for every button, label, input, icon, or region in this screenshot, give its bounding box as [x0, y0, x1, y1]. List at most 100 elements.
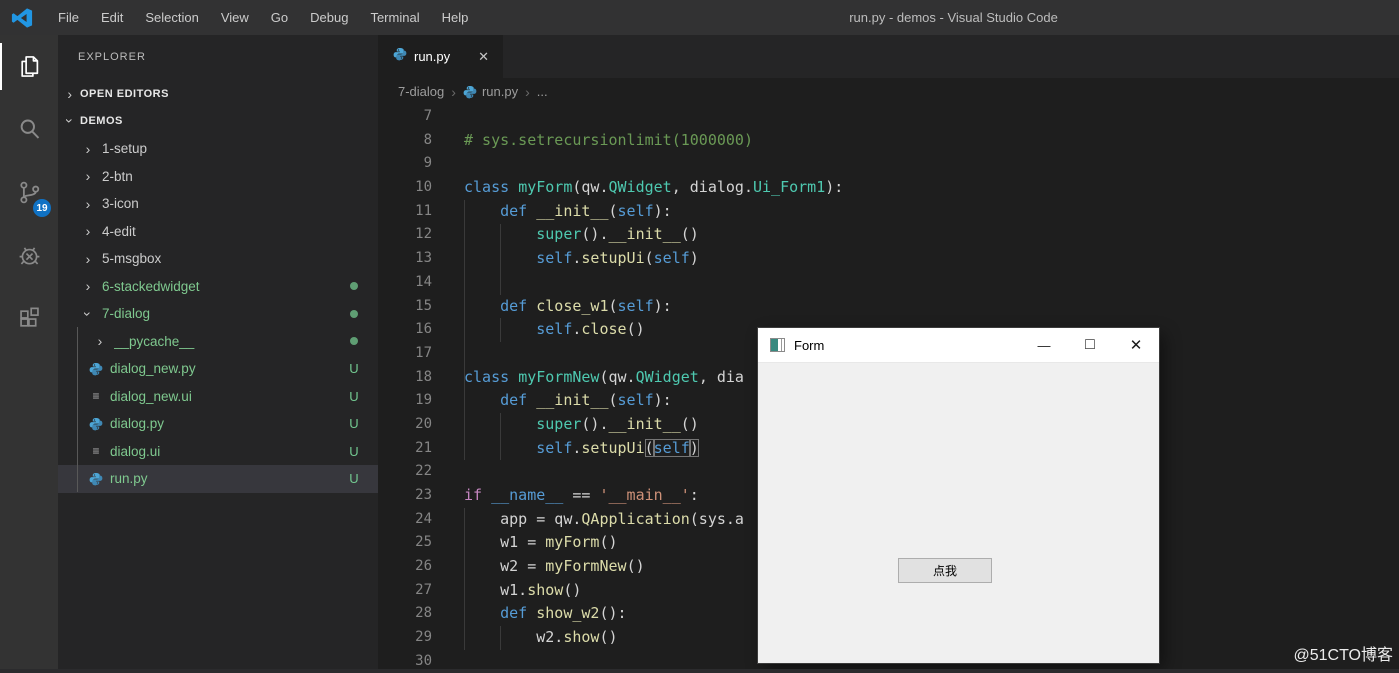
- breadcrumb-item[interactable]: 7-dialog: [398, 84, 444, 99]
- chevron-down-icon[interactable]: ›: [62, 113, 78, 129]
- ui-file-icon: ≡: [92, 444, 100, 459]
- indent-guide: [500, 626, 501, 651]
- tab-run-py[interactable]: run.py ✕: [378, 35, 504, 78]
- git-untracked-badge: U: [349, 416, 359, 432]
- explorer-icon[interactable]: [0, 35, 58, 98]
- code-line[interactable]: 7: [378, 105, 1399, 129]
- search-icon[interactable]: [0, 98, 58, 161]
- section-label: DEMOS: [80, 115, 123, 128]
- chevron-right-icon[interactable]: ›: [80, 197, 96, 211]
- code-line[interactable]: 15 def close_w1(self):: [378, 295, 1399, 319]
- form-dialog-titlebar[interactable]: Form — □ ✕: [758, 328, 1159, 363]
- line-number: 8: [423, 131, 432, 148]
- tree-item-dialog-new-ui[interactable]: ≡ dialog_new.ui U: [58, 383, 378, 411]
- chevron-down-icon[interactable]: ›: [80, 306, 96, 322]
- tree-item-label: 3-icon: [102, 196, 139, 212]
- menu-item-go[interactable]: Go: [260, 0, 299, 35]
- ui-file-icon: ≡: [92, 389, 100, 404]
- code-line[interactable]: 8 # sys.setrecursionlimit(1000000): [378, 129, 1399, 153]
- file-tree: › 1-setup › 2-btn › 3-icon › 4-edit › 5-msgbox › 6-…: [58, 135, 378, 493]
- source-control-icon[interactable]: 19: [0, 161, 58, 224]
- code-line[interactable]: 12 super().__init__(): [378, 223, 1399, 247]
- code-editor[interactable]: 7 8 # sys.setrecursionlimit(1000000) 9 10 cla…: [378, 105, 1399, 673]
- menu-item-view[interactable]: View: [210, 0, 260, 35]
- menu-item-help[interactable]: Help: [431, 0, 480, 35]
- tree-item-1-setup[interactable]: › 1-setup: [58, 135, 378, 163]
- code-line[interactable]: 13 self.setupUi(self): [378, 247, 1399, 271]
- section-demos[interactable]: › DEMOS: [58, 108, 378, 136]
- chevron-right-icon[interactable]: ›: [80, 252, 96, 266]
- indent-guide: [500, 223, 501, 295]
- python-file-icon: [88, 472, 104, 486]
- debug-icon[interactable]: [0, 224, 58, 287]
- line-number: 28: [415, 605, 432, 622]
- tree-item-4-edit[interactable]: › 4-edit: [58, 218, 378, 246]
- tree-item-7-dialog[interactable]: › 7-dialog: [58, 300, 378, 328]
- section-open-editors[interactable]: › OPEN EDITORS: [58, 80, 378, 108]
- chevron-right-icon[interactable]: ›: [92, 334, 108, 348]
- menu-item-debug[interactable]: Debug: [299, 0, 359, 35]
- chevron-right-icon[interactable]: ›: [62, 87, 78, 101]
- line-number: 14: [415, 273, 432, 290]
- line-number: 12: [415, 226, 432, 243]
- menu-item-terminal[interactable]: Terminal: [359, 0, 430, 35]
- explorer-sidebar: EXPLORER › OPEN EDITORS › DEMOS › 1-setup…: [58, 35, 378, 673]
- python-file-icon: [88, 417, 104, 431]
- tree-indent-guide: [77, 327, 78, 492]
- menu-item-selection[interactable]: Selection: [134, 0, 209, 35]
- code-text: w1 = myForm(): [464, 533, 618, 552]
- tree-item-3-icon[interactable]: › 3-icon: [58, 190, 378, 218]
- code-line[interactable]: 9: [378, 152, 1399, 176]
- line-number: 9: [423, 155, 432, 172]
- window-bottom-strip: [0, 669, 1399, 673]
- git-untracked-badge: U: [349, 471, 359, 487]
- python-file-icon: [463, 85, 477, 99]
- python-file-icon: [88, 362, 104, 376]
- git-untracked-badge: U: [349, 361, 359, 377]
- tree-item-2-btn[interactable]: › 2-btn: [58, 163, 378, 191]
- tree-item-label: dialog.ui: [110, 443, 161, 459]
- tree-item-run-py[interactable]: run.py U: [58, 465, 378, 493]
- tree-item-6-stackedwidget[interactable]: › 6-stackedwidget: [58, 273, 378, 301]
- chevron-right-icon[interactable]: ›: [80, 224, 96, 238]
- indent-guide: [464, 507, 465, 651]
- chevron-right-icon[interactable]: ›: [80, 142, 96, 156]
- breadcrumb-item[interactable]: ...: [537, 84, 548, 99]
- close-button[interactable]: ✕: [1113, 328, 1159, 362]
- code-line[interactable]: 11 def __init__(self):: [378, 200, 1399, 224]
- tree-item-5-msgbox[interactable]: › 5-msgbox: [58, 245, 378, 273]
- click-me-button[interactable]: 点我: [898, 558, 992, 583]
- minimize-button[interactable]: —: [1021, 328, 1067, 362]
- tree-item-dialog-py[interactable]: dialog.py U: [58, 410, 378, 438]
- git-untracked-badge: U: [349, 388, 359, 404]
- line-number: 22: [415, 463, 432, 480]
- extensions-icon[interactable]: [0, 287, 58, 350]
- code-text: w2.show(): [464, 628, 618, 647]
- code-text: self.close(): [536, 320, 645, 339]
- tab-label: run.py: [414, 49, 451, 64]
- code-line[interactable]: 14: [378, 271, 1399, 295]
- tree-item--pycache-[interactable]: › __pycache__: [58, 328, 378, 356]
- code-text: def __init__(self):: [500, 201, 672, 220]
- breadcrumb-item[interactable]: run.py: [463, 84, 518, 99]
- editor-region: run.py ✕ 7-dialog › run.py ›... 7 8 # sys.set…: [378, 35, 1399, 673]
- line-number: 19: [415, 392, 432, 409]
- menu-item-file[interactable]: File: [47, 0, 90, 35]
- menu-item-edit[interactable]: Edit: [90, 0, 134, 35]
- code-text: # sys.setrecursionlimit(1000000): [464, 130, 753, 149]
- chevron-right-icon[interactable]: ›: [80, 169, 96, 183]
- tree-item-dialog-ui[interactable]: ≡ dialog.ui U: [58, 438, 378, 466]
- close-icon[interactable]: ✕: [478, 49, 489, 65]
- indent-guide: [500, 413, 501, 461]
- line-number: 10: [415, 179, 432, 196]
- tree-item-label: dialog_new.py: [110, 361, 196, 377]
- maximize-button[interactable]: □: [1067, 328, 1113, 362]
- chevron-right-icon[interactable]: ›: [80, 279, 96, 293]
- watermark: @51CTO博客: [1293, 647, 1393, 664]
- line-number: 21: [415, 439, 432, 456]
- tree-item-dialog-new-py[interactable]: dialog_new.py U: [58, 355, 378, 383]
- breadcrumb: 7-dialog › run.py ›...: [378, 78, 1399, 105]
- tree-item-label: dialog.py: [110, 416, 165, 432]
- code-line[interactable]: 10 class myForm(qw.QWidget, dialog.Ui_For…: [378, 176, 1399, 200]
- tree-item-label: 7-dialog: [102, 306, 151, 322]
